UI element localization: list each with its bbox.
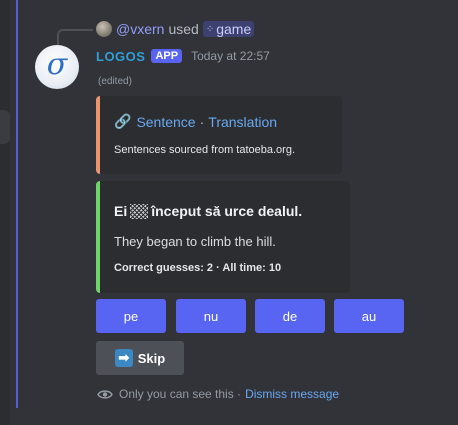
puzzle-sentence: Ei început să urce dealul.: [114, 203, 302, 219]
app-badge: APP: [151, 49, 183, 63]
reply-connector: [57, 29, 93, 45]
edited-label: (edited): [98, 76, 132, 87]
reply-context[interactable]: @vxern used ⁘ game: [96, 20, 255, 38]
command-name: game: [216, 21, 252, 37]
message-header: LOGOS APP Today at 22:57: [96, 47, 270, 65]
link-icon: 🔗: [114, 113, 132, 129]
source-embed: 🔗 Sentence · Translation Sentences sourc…: [96, 96, 342, 174]
game-embed: Ei început să urce dealul. They began to…: [96, 181, 350, 293]
sentence-before-blank: Ei: [114, 203, 128, 219]
answer-button-de[interactable]: de: [255, 299, 325, 333]
side-panel-handle[interactable]: [0, 110, 10, 144]
eye-icon: [97, 389, 113, 399]
arrow-right-icon: ➡: [114, 349, 133, 367]
reply-avatar[interactable]: [96, 21, 112, 37]
sentence-after-blank: început să urce dealul.: [151, 203, 303, 219]
translation-link[interactable]: Translation: [208, 114, 277, 130]
command-mention[interactable]: ⁘ game: [202, 21, 255, 37]
bot-avatar[interactable]: σ: [35, 45, 79, 89]
reply-username[interactable]: @vxern: [116, 21, 164, 37]
avatar-sigma-glyph: σ: [46, 46, 68, 82]
answer-button-nu[interactable]: nu: [176, 299, 246, 333]
left-gutter: [0, 0, 10, 425]
ephemeral-note: Only you can see this · Dismiss message: [97, 386, 339, 402]
dismiss-message-link[interactable]: Dismiss message: [245, 387, 339, 401]
embed-stripe: [96, 96, 100, 174]
slash-command-icon: ⁘: [205, 23, 214, 35]
skip-label: Skip: [137, 350, 166, 366]
message-highlight-bar: [16, 0, 18, 408]
sentence-translation: They began to climb the hill.: [114, 234, 276, 249]
embed-title: 🔗 Sentence · Translation: [114, 113, 277, 130]
only-you-text: Only you can see this ·: [119, 387, 242, 401]
blank-word-box: [130, 203, 149, 219]
embed-stripe: [96, 181, 100, 293]
timestamp[interactable]: Today at 22:57: [191, 49, 270, 63]
skip-button[interactable]: ➡ Skip: [96, 341, 184, 375]
answer-button-au[interactable]: au: [334, 299, 404, 333]
author-name[interactable]: LOGOS: [96, 49, 145, 64]
embed-description: Sentences sourced from tatoeba.org.: [114, 144, 295, 156]
answer-button-pe[interactable]: pe: [96, 299, 166, 333]
title-separator: ·: [199, 113, 205, 130]
reply-used-text: used: [168, 21, 199, 37]
guess-stats: Correct guesses: 2 · All time: 10: [114, 262, 282, 274]
sentence-link[interactable]: Sentence: [136, 114, 195, 130]
